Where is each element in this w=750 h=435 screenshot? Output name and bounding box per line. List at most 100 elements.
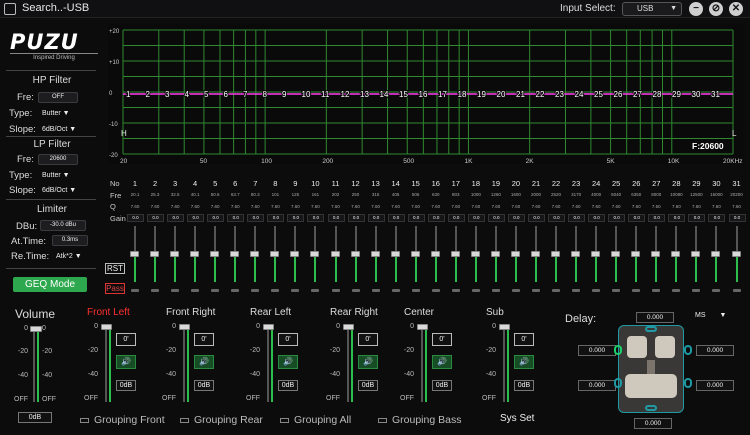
band-q[interactable]: 7.60	[407, 204, 425, 209]
speaker-icon[interactable]: 🔊	[194, 355, 214, 369]
band-frequency[interactable]: 25.3	[146, 192, 164, 197]
eq-band-point[interactable]: 4	[184, 89, 191, 100]
reset-button[interactable]: RST	[105, 263, 125, 274]
band-bypass-toggle[interactable]	[171, 289, 180, 292]
band-bypass-toggle[interactable]	[351, 289, 360, 292]
band-slider-track[interactable]	[454, 226, 457, 253]
lp-slope-select[interactable]: 6dB/Oct ▼	[42, 185, 92, 196]
phase-button[interactable]: 0'	[116, 333, 136, 346]
band-gain[interactable]: 0.0	[528, 214, 545, 222]
band-gain[interactable]: 0.0	[127, 214, 144, 222]
band-gain[interactable]: 0.0	[167, 214, 185, 222]
band-slider-knob[interactable]	[531, 251, 540, 257]
limiter-attime-field[interactable]: 0.3ms	[52, 235, 88, 246]
delay-left-field[interactable]: 0.000	[578, 345, 616, 356]
limiter-retime-select[interactable]: Atk*2 ▼	[56, 251, 94, 262]
eq-band-point[interactable]: 12	[340, 89, 351, 100]
band-frequency[interactable]: 315	[367, 192, 385, 197]
band-q[interactable]: 7.60	[166, 204, 184, 209]
band-q[interactable]: 7.60	[547, 204, 565, 209]
band-frequency[interactable]: 101	[266, 192, 284, 197]
band-q[interactable]: 7.60	[687, 204, 705, 209]
band-frequency[interactable]: 20.1	[126, 192, 144, 197]
band-gain[interactable]: 0.0	[548, 214, 566, 222]
eq-band-point[interactable]: 29	[671, 89, 682, 100]
phase-button[interactable]: 0'	[432, 333, 452, 346]
band-q[interactable]: 7.60	[647, 204, 665, 209]
band-gain[interactable]: 0.0	[207, 214, 225, 222]
band-frequency[interactable]: 250	[347, 192, 365, 197]
band-slider-knob[interactable]	[551, 251, 561, 257]
band-slider-track[interactable]	[154, 226, 157, 253]
band-slider-knob[interactable]	[150, 251, 160, 257]
eq-band-point[interactable]: 19	[476, 89, 487, 100]
band-q[interactable]: 7.60	[507, 204, 525, 209]
band-q[interactable]: 7.60	[266, 204, 284, 209]
band-frequency[interactable]: 506	[407, 192, 425, 197]
band-frequency[interactable]: 2520	[547, 192, 565, 197]
band-bypass-toggle[interactable]	[511, 289, 520, 292]
eq-band-point[interactable]: 2	[145, 89, 152, 100]
band-frequency[interactable]: 202	[327, 192, 345, 197]
band-gain[interactable]: 0.0	[507, 214, 525, 222]
eq-band-point[interactable]: 3	[164, 89, 171, 100]
eq-band-point[interactable]: 5	[203, 89, 210, 100]
band-slider-track[interactable]	[715, 226, 718, 253]
band-frequency[interactable]: 125	[286, 192, 304, 197]
eq-band-point[interactable]: 23	[554, 89, 565, 100]
band-slider-track[interactable]	[514, 226, 517, 253]
band-bypass-toggle[interactable]	[652, 289, 661, 292]
band-bypass-toggle[interactable]	[592, 289, 601, 292]
band-q[interactable]: 7.60	[387, 204, 405, 209]
eq-band-point[interactable]: 17	[437, 89, 448, 100]
delay-right-field[interactable]: 0.000	[696, 345, 734, 356]
band-frequency[interactable]: 1600	[507, 192, 525, 197]
channel-db-value[interactable]: 0dB	[514, 380, 534, 391]
hp-type-select[interactable]: Butter ▼	[42, 108, 82, 119]
band-gain[interactable]: 0.0	[327, 214, 345, 222]
eq-band-point[interactable]: 15	[398, 89, 409, 100]
band-q[interactable]: 7.60	[487, 204, 505, 209]
phase-button[interactable]: 0'	[194, 333, 214, 346]
speaker-front-right-icon[interactable]	[684, 345, 692, 355]
sys-set-button[interactable]: Sys Set	[500, 413, 534, 424]
speaker-sub-icon[interactable]	[645, 405, 657, 411]
band-gain[interactable]: 0.0	[447, 214, 465, 222]
speaker-center-icon[interactable]	[645, 326, 657, 332]
eq-band-point[interactable]: 11	[320, 89, 331, 100]
eq-band-point[interactable]: 6	[223, 89, 230, 100]
band-gain[interactable]: 0.0	[588, 214, 606, 222]
eq-band-point[interactable]: 7	[242, 89, 249, 100]
band-slider-knob[interactable]	[671, 251, 681, 257]
delay-bottom-left-field[interactable]: 0.000	[578, 380, 616, 391]
band-bypass-toggle[interactable]	[491, 289, 500, 292]
channel-slider-track[interactable]	[267, 328, 269, 402]
eq-band-point[interactable]: 21	[515, 89, 526, 100]
band-q[interactable]: 7.60	[607, 204, 625, 209]
lp-freq-field[interactable]: 20600	[38, 154, 78, 165]
band-bypass-toggle[interactable]	[532, 289, 540, 292]
grouping-all[interactable]: Grouping All	[280, 414, 351, 426]
band-gain[interactable]: 0.0	[347, 214, 365, 222]
band-frequency[interactable]: 8000	[647, 192, 665, 197]
channel-db-value[interactable]: 0dB	[358, 380, 378, 391]
band-slider-knob[interactable]	[210, 251, 220, 257]
band-bypass-toggle[interactable]	[732, 289, 741, 292]
grouping-rear[interactable]: Grouping Rear	[180, 414, 263, 426]
band-slider-knob[interactable]	[490, 251, 500, 257]
eq-band-point[interactable]: 13	[359, 89, 370, 100]
band-slider-knob[interactable]	[130, 251, 139, 257]
volume-slider-track[interactable]	[33, 330, 35, 402]
band-slider-knob[interactable]	[230, 251, 240, 257]
band-q[interactable]: 7.60	[146, 204, 164, 209]
band-gain[interactable]: 0.0	[287, 214, 305, 222]
band-slider-track[interactable]	[214, 226, 217, 253]
channel-db-value[interactable]: 0dB	[432, 380, 452, 391]
band-slider-track[interactable]	[494, 226, 497, 253]
band-slider-track[interactable]	[615, 226, 618, 253]
band-frequency[interactable]: 40.1	[186, 192, 204, 197]
band-frequency[interactable]: 405	[387, 192, 405, 197]
speaker-icon[interactable]: 🔊	[514, 355, 534, 369]
restore-icon[interactable]: ⊘	[709, 2, 723, 16]
band-gain[interactable]: 0.0	[668, 214, 686, 222]
